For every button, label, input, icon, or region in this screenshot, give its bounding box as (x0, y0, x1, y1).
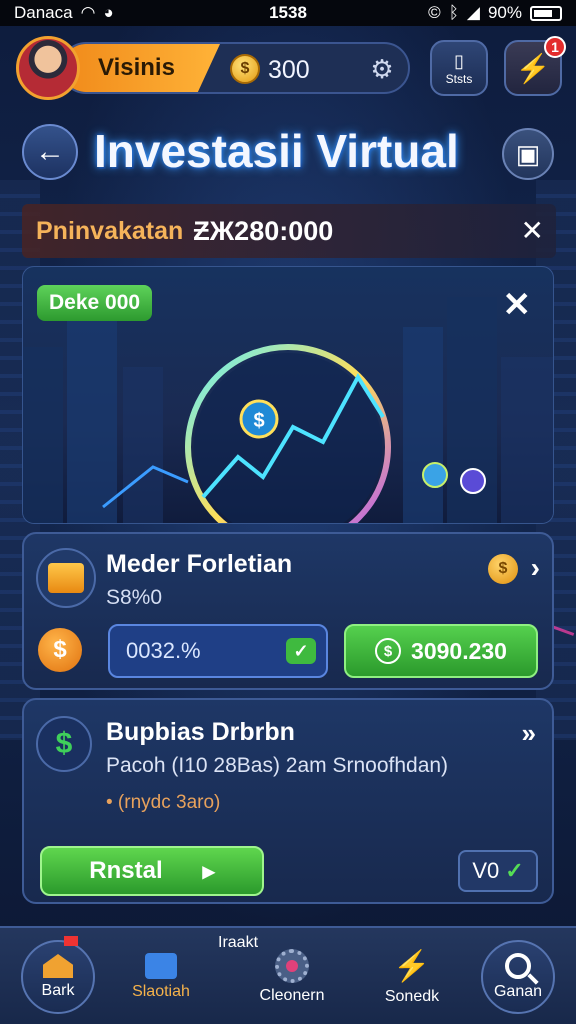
portfolio-subtitle: S8%0 (106, 586, 163, 609)
page-title: Investasii Virtual (94, 125, 459, 177)
nav-search[interactable]: Ganan (478, 928, 558, 1024)
wifi-icon: ◠ (80, 3, 96, 22)
amount-button[interactable]: $ 3090.230 (344, 624, 538, 678)
status-chip[interactable]: V0 ✓ (458, 850, 538, 892)
lightning-icon: ⚡ (515, 52, 551, 84)
battery-icon (530, 5, 562, 21)
portfolio-card[interactable]: Meder Forletian S8%0 $ › $ 0032.% ✓ $ 30… (22, 532, 554, 690)
shop-icon[interactable]: ▣ (502, 128, 554, 180)
nav-settings-label: Cleonern (259, 987, 325, 1004)
percent-input[interactable]: 0032.% ✓ (108, 624, 328, 678)
investment-note: • (rnydc 3aro) (106, 792, 221, 813)
clock-icon: ◕ (103, 3, 114, 22)
alarm-icon: © (428, 3, 441, 22)
nav-statistics-label: Slaotiah (132, 983, 190, 1000)
install-button[interactable]: Rnstal ▸ (40, 846, 264, 896)
dollar-coin-icon: $ (38, 628, 82, 672)
chevron-right-icon[interactable]: › (531, 552, 540, 584)
banner-label: Pninvakatan (36, 216, 184, 245)
home-icon (43, 954, 73, 978)
coin-symbol: $ (240, 60, 250, 77)
bottom-navigation: Iraakt Bark Slaotiah Cleonern ⚡ Sonedk G… (0, 926, 576, 1024)
portfolio-box-icon (36, 548, 96, 608)
dollar-icon: $ (375, 638, 402, 664)
hero-tag[interactable]: Deke 000 (37, 285, 153, 321)
avatar[interactable] (16, 36, 80, 100)
market-hero: $ Deke 000 ✕ (22, 266, 554, 524)
install-label: Rnstal (89, 857, 163, 884)
portfolio-title: Meder Forletian (106, 550, 293, 578)
home-notification-dot (64, 936, 78, 946)
investment-card[interactable]: $ Bupbias Drbrbn » Pacoh (I10 28Bas) 2am… (22, 698, 554, 904)
status-chip-label: V0 (472, 858, 500, 883)
balance-banner: Pninvakatan ƵЖ280:000 ✕ (22, 204, 556, 258)
signal-icon: ◢ (466, 3, 480, 22)
nav-statistics[interactable]: Slaotiah (116, 928, 206, 1024)
svg-text:$: $ (253, 410, 264, 432)
nav-search-button[interactable]: Ganan (481, 940, 555, 1014)
boost-button[interactable]: ⚡ 1 (504, 36, 566, 96)
nav-settings[interactable]: Cleonern (244, 928, 340, 1024)
play-arrow-icon: ▸ (202, 857, 215, 885)
percent-value: 0032.% (126, 638, 201, 663)
coin-icon: $ (488, 554, 518, 584)
banner-close-icon[interactable]: ✕ (521, 214, 544, 247)
check-icon: ✓ (286, 638, 316, 664)
amount-value: 3090.230 (411, 637, 507, 664)
battery-percent: 90% (487, 3, 522, 22)
stats-button[interactable]: ▯ Ststs (430, 40, 488, 96)
bluetooth-icon: ᛒ (448, 3, 459, 22)
notification-badge: 1 (544, 36, 566, 58)
lightning-icon: ⚡ (393, 949, 431, 983)
status-bar: Danaca ◠ ◕ 1538 © ᛒ ◢ 90% (0, 0, 576, 26)
coin-balance: 300 (268, 56, 310, 84)
status-time: 1538 (269, 3, 307, 22)
nav-boost[interactable]: ⚡ Sonedk (370, 928, 454, 1024)
settings-gear-icon[interactable]: ⚙ (368, 55, 396, 83)
search-icon (505, 953, 531, 979)
gear-icon (275, 949, 309, 983)
back-arrow-icon[interactable]: ← (22, 124, 78, 180)
carrier-label: Danaca (14, 3, 73, 22)
investment-title: Bupbias Drbrbn (106, 718, 295, 746)
chart-icon (145, 953, 177, 979)
nav-boost-label: Sonedk (384, 987, 440, 1005)
player-name: Visinis (62, 44, 220, 92)
stats-icon: ▯ (454, 50, 464, 71)
nav-home-label: Bark (41, 982, 75, 999)
nav-search-label: Ganan (493, 983, 543, 1000)
dollar-money-icon: $ (36, 716, 92, 772)
nav-home-button[interactable]: Bark (21, 940, 95, 1014)
coin-icon: $ (230, 54, 260, 84)
banner-value: ƵЖ280:000 (193, 215, 334, 246)
stats-label: Ststs (445, 71, 473, 86)
nav-home[interactable]: Bark (18, 928, 98, 1024)
hero-close-icon[interactable]: ✕ (503, 285, 532, 325)
double-chevron-right-icon[interactable]: » (522, 718, 536, 749)
investment-description: Pacoh (I10 28Bas) 2am Srnoofhdan) (106, 754, 449, 777)
check-icon: ✓ (505, 858, 524, 883)
player-info-bar[interactable]: Visinis $ 300 ⚙ (60, 42, 410, 94)
